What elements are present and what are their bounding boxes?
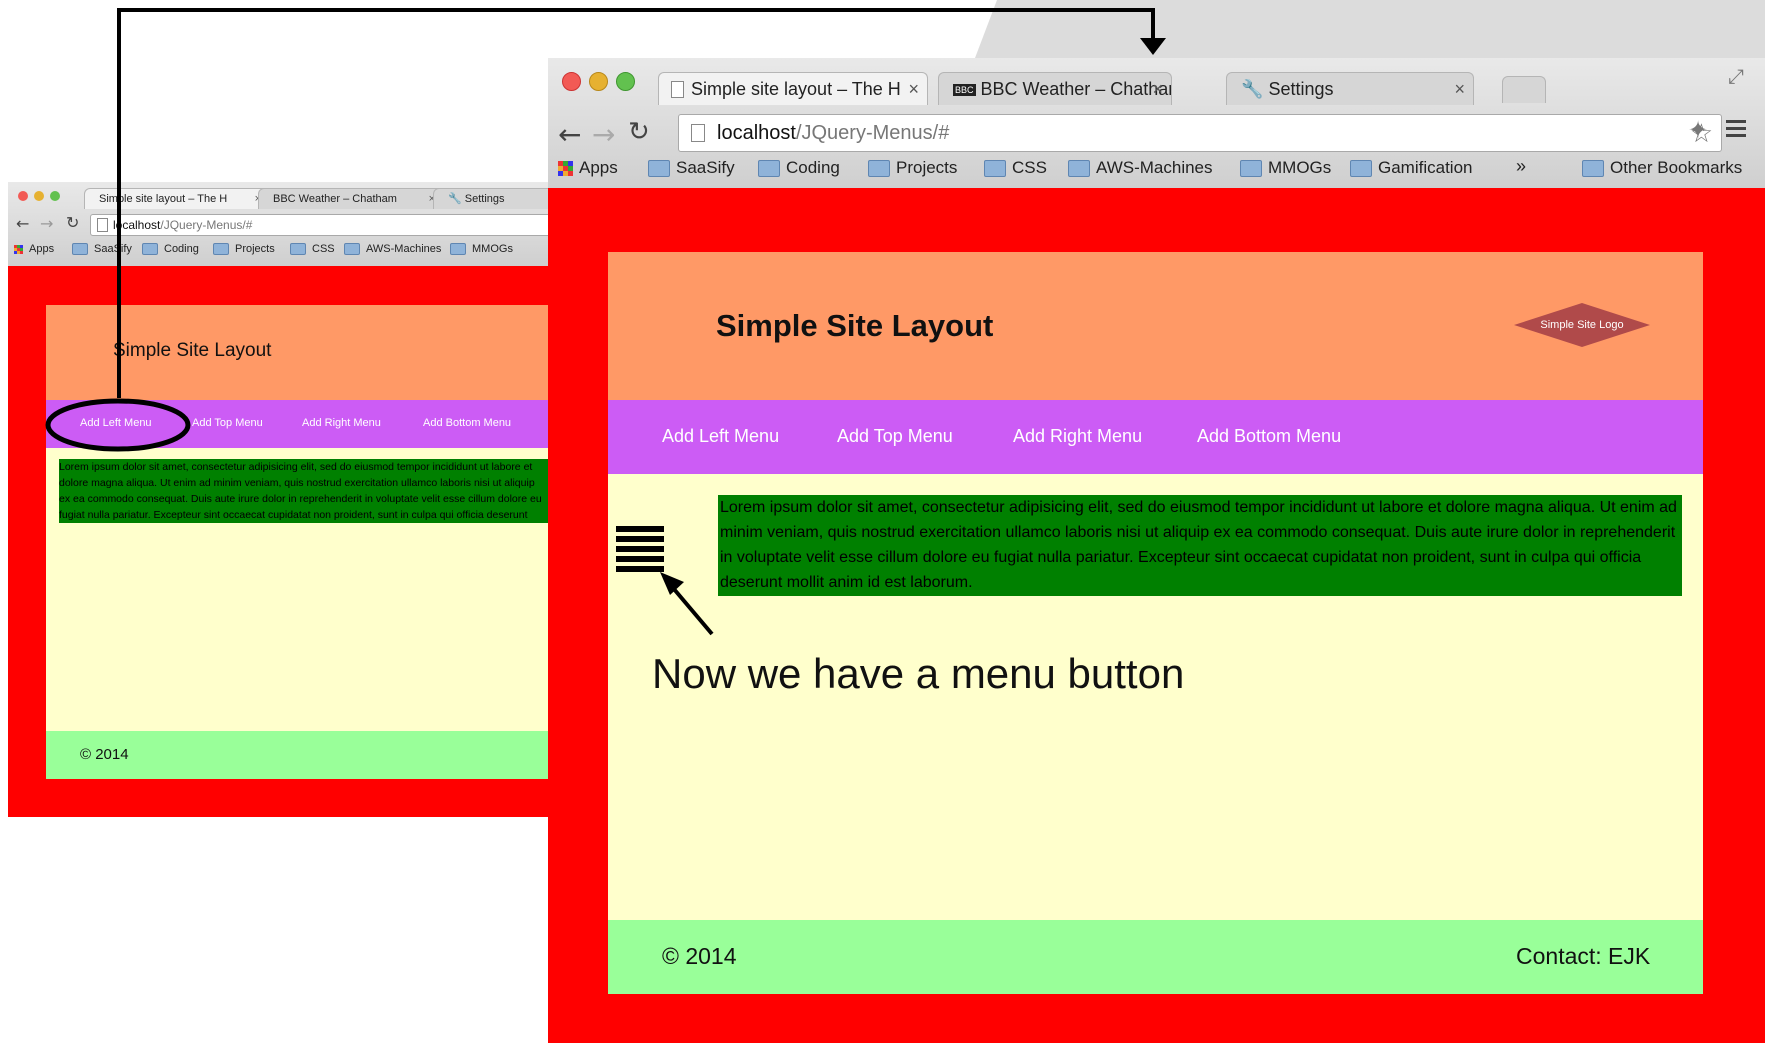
annotation-caption: Now we have a menu button [652, 650, 1185, 697]
connector-arrowhead [1140, 38, 1166, 55]
annotation-overlay [45, 8, 1166, 636]
pointer-arrowhead [660, 572, 684, 595]
highlight-ellipse [45, 398, 191, 452]
connector-arrow [117, 8, 1155, 398]
